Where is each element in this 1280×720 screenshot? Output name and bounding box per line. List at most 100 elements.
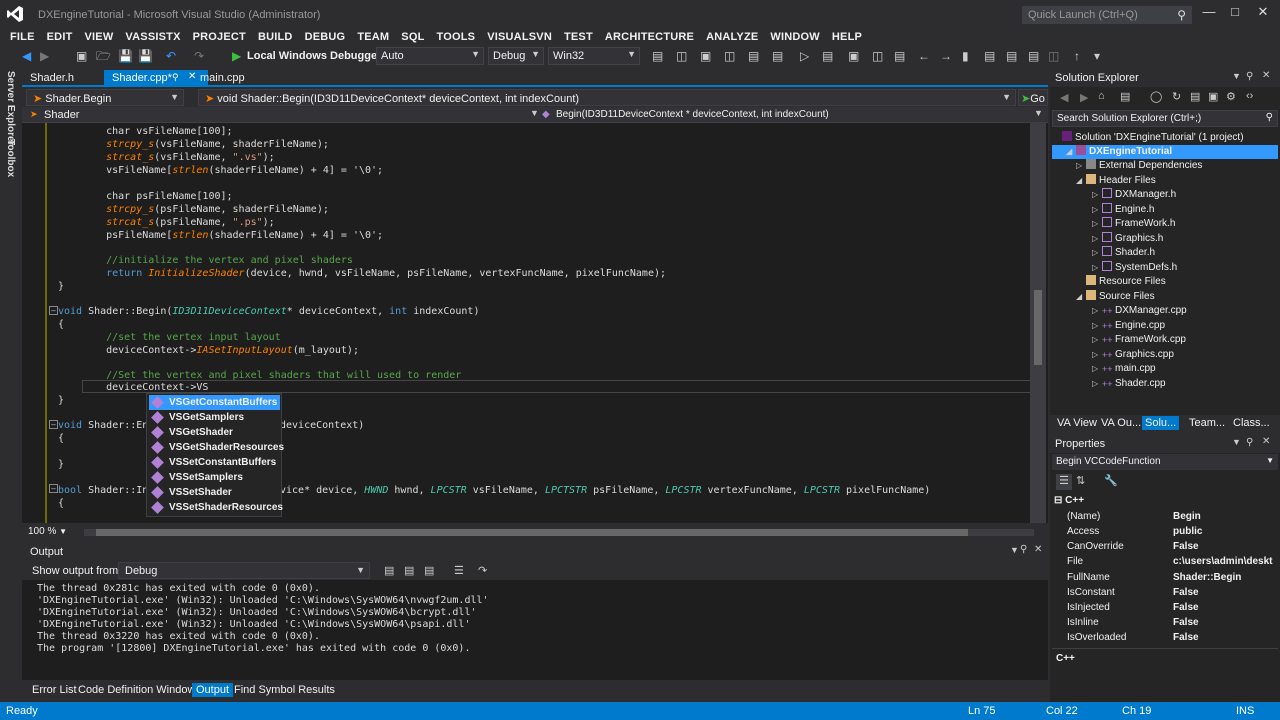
clear-all-icon[interactable]: ☰	[454, 564, 464, 577]
back-icon[interactable]: ◀	[22, 48, 31, 64]
property-row[interactable]: Access public	[1063, 524, 1275, 539]
navigate-forward-icon[interactable]: →	[940, 48, 952, 64]
refresh-icon[interactable]: ↻	[1172, 90, 1181, 103]
save-icon[interactable]: 💾	[118, 48, 133, 64]
property-row[interactable]: File c:\users\admin\deskt	[1063, 554, 1275, 569]
toolbar-icon-10[interactable]: ▤	[1028, 48, 1039, 64]
close-icon[interactable]: ✕	[1262, 436, 1270, 447]
tab-code-definition[interactable]: Code Definition Window	[74, 683, 199, 697]
sync-icon[interactable]: ▤	[1120, 90, 1130, 103]
function-scope[interactable]: Begin(ID3D11DeviceContext * deviceContex…	[556, 109, 829, 120]
property-row[interactable]: FullName Shader::Begin	[1063, 570, 1275, 585]
fold-toggle-end[interactable]: –	[49, 420, 58, 429]
menu-file[interactable]: FILE	[6, 28, 41, 43]
tree-file[interactable]: ▷ ++ main.cpp	[1092, 362, 1156, 376]
tree-file[interactable]: ▷ Graphics.h	[1092, 232, 1163, 246]
menu-visualsvn[interactable]: VISUALSVN	[481, 28, 558, 43]
categorized-icon[interactable]: ☰	[1056, 474, 1072, 490]
menu-tools[interactable]: TOOLS	[431, 28, 482, 43]
toolbar-icon-3[interactable]: ▣	[700, 48, 711, 64]
horizontal-scroll-thumb[interactable]	[96, 529, 968, 536]
navigate-back-icon[interactable]: ←	[918, 48, 930, 64]
undo-icon[interactable]: ↶	[166, 48, 176, 64]
chevron-down-icon[interactable]: ▼	[1010, 545, 1019, 555]
tab-va-view[interactable]: VA View	[1054, 416, 1100, 430]
pending-changes-icon[interactable]: ◯	[1150, 90, 1162, 103]
tab-output[interactable]: Output	[192, 683, 234, 697]
redo-icon[interactable]: ↷	[194, 48, 204, 64]
menu-project[interactable]: PROJECT	[187, 28, 252, 43]
tree-header-files[interactable]: ◢ Header Files	[1076, 174, 1156, 188]
expand-icon[interactable]: ◢	[1066, 145, 1076, 159]
property-row[interactable]: IsInjected False	[1063, 600, 1275, 615]
intellisense-list[interactable]: VSGetConstantBuffers VSGetSamplers VSGet…	[146, 393, 284, 517]
show-all-files-icon[interactable]: ▣	[1208, 90, 1218, 103]
menu-vassistx[interactable]: VASSISTX	[119, 28, 186, 43]
maximize-button[interactable]: □	[1224, 4, 1246, 22]
property-row[interactable]: CanOverride False	[1063, 539, 1275, 554]
tree-file[interactable]: ▷ Engine.h	[1092, 203, 1154, 217]
bookmark-icon[interactable]: ▷	[800, 48, 809, 64]
properties-icon[interactable]: ⚙	[1226, 90, 1236, 103]
property-row[interactable]: IsConstant False	[1063, 585, 1275, 600]
menu-architecture[interactable]: ARCHITECTURE	[599, 28, 700, 43]
minimize-button[interactable]: —	[1198, 4, 1220, 22]
collapse-all-icon[interactable]: ▤	[1190, 90, 1200, 103]
collapsed-icon[interactable]: ▷	[1092, 319, 1102, 333]
start-debugging-icon[interactable]: ▶	[232, 48, 241, 64]
menu-window[interactable]: WINDOW	[764, 28, 825, 43]
toolbar-icon-13[interactable]: ▾	[1094, 48, 1100, 64]
toolbox-tab[interactable]: Toolbox	[5, 139, 16, 177]
chevron-down-icon[interactable]: ▼	[530, 108, 539, 118]
expand-icon[interactable]: ◢	[1076, 290, 1086, 304]
toolbar-icon-8[interactable]: ▤	[984, 48, 995, 64]
home-icon[interactable]: ⌂	[1098, 90, 1105, 102]
tab-team-explorer[interactable]: Team...	[1186, 416, 1228, 430]
server-explorer-tab[interactable]: Server Explorer	[5, 71, 16, 146]
collapsed-icon[interactable]: ▷	[1092, 377, 1102, 391]
toolbar-icon-6[interactable]: ◫	[872, 48, 883, 64]
configuration-dropdown[interactable]: Debug ▼	[488, 47, 544, 65]
intellisense-item[interactable]: VSSetShader	[149, 485, 279, 500]
toolbar-icon-11[interactable]: ◫	[1048, 48, 1059, 64]
menu-team[interactable]: TEAM	[351, 28, 395, 43]
toolbar-icon-9[interactable]: ▤	[1006, 48, 1017, 64]
save-all-icon[interactable]: 💾	[138, 48, 153, 64]
intellisense-item[interactable]: VSGetShaderResources	[149, 440, 284, 455]
platform-dropdown[interactable]: Win32 ▼	[548, 47, 640, 65]
collapsed-icon[interactable]: ▷	[1076, 159, 1086, 173]
collapsed-icon[interactable]: ▷	[1092, 232, 1102, 246]
pin-icon[interactable]: ⚲	[1246, 71, 1253, 82]
forward-icon[interactable]: ▶	[1080, 91, 1088, 104]
close-icon[interactable]: ✕	[1262, 70, 1270, 81]
tree-file[interactable]: ▷ FrameWork.h	[1092, 217, 1175, 231]
pin-icon[interactable]: ⚲	[1020, 544, 1027, 555]
intellisense-item[interactable]: VSGetShader	[149, 425, 279, 440]
collapsed-icon[interactable]: ▷	[1092, 362, 1102, 376]
menu-test[interactable]: TEST	[558, 28, 599, 43]
toolbar-icon-5[interactable]: ▣	[848, 48, 859, 64]
collapsed-icon[interactable]: ▷	[1092, 188, 1102, 202]
toolbar-icon-2[interactable]: ◫	[676, 48, 687, 64]
menu-analyze[interactable]: ANALYZE	[700, 28, 764, 43]
tree-file[interactable]: ▷ ++ DXManager.cpp	[1092, 304, 1187, 318]
property-pages-icon[interactable]: 🔧	[1104, 474, 1118, 487]
menu-sql[interactable]: SQL	[395, 28, 430, 43]
object-selector[interactable]: Begin VCCodeFunction ▼	[1052, 454, 1278, 470]
intellisense-item[interactable]: VSGetSamplers	[149, 410, 279, 425]
collapsed-icon[interactable]: ▷	[1092, 246, 1102, 260]
tree-resource-files[interactable]: Resource Files	[1086, 275, 1166, 289]
menu-edit[interactable]: EDIT	[41, 28, 79, 43]
menu-view[interactable]: VIEW	[79, 28, 120, 43]
solution-config-auto-dropdown[interactable]: Auto ▼	[376, 47, 484, 65]
alphabetical-icon[interactable]: ⇅	[1076, 474, 1085, 487]
view-code-icon[interactable]: ‹›	[1246, 90, 1253, 102]
tree-file[interactable]: ▷ SystemDefs.h	[1092, 261, 1177, 275]
menu-build[interactable]: BUILD	[252, 28, 299, 43]
solution-search-input[interactable]: Search Solution Explorer (Ctrl+;) ⚲	[1052, 110, 1278, 127]
collapsed-icon[interactable]: ▷	[1092, 261, 1102, 275]
new-project-icon[interactable]: ▣	[76, 48, 87, 64]
property-row[interactable]: (Name) Begin	[1063, 509, 1275, 524]
go-button[interactable]: ➤Go	[1018, 89, 1048, 106]
tree-file[interactable]: ▷ ++ FrameWork.cpp	[1092, 333, 1186, 347]
